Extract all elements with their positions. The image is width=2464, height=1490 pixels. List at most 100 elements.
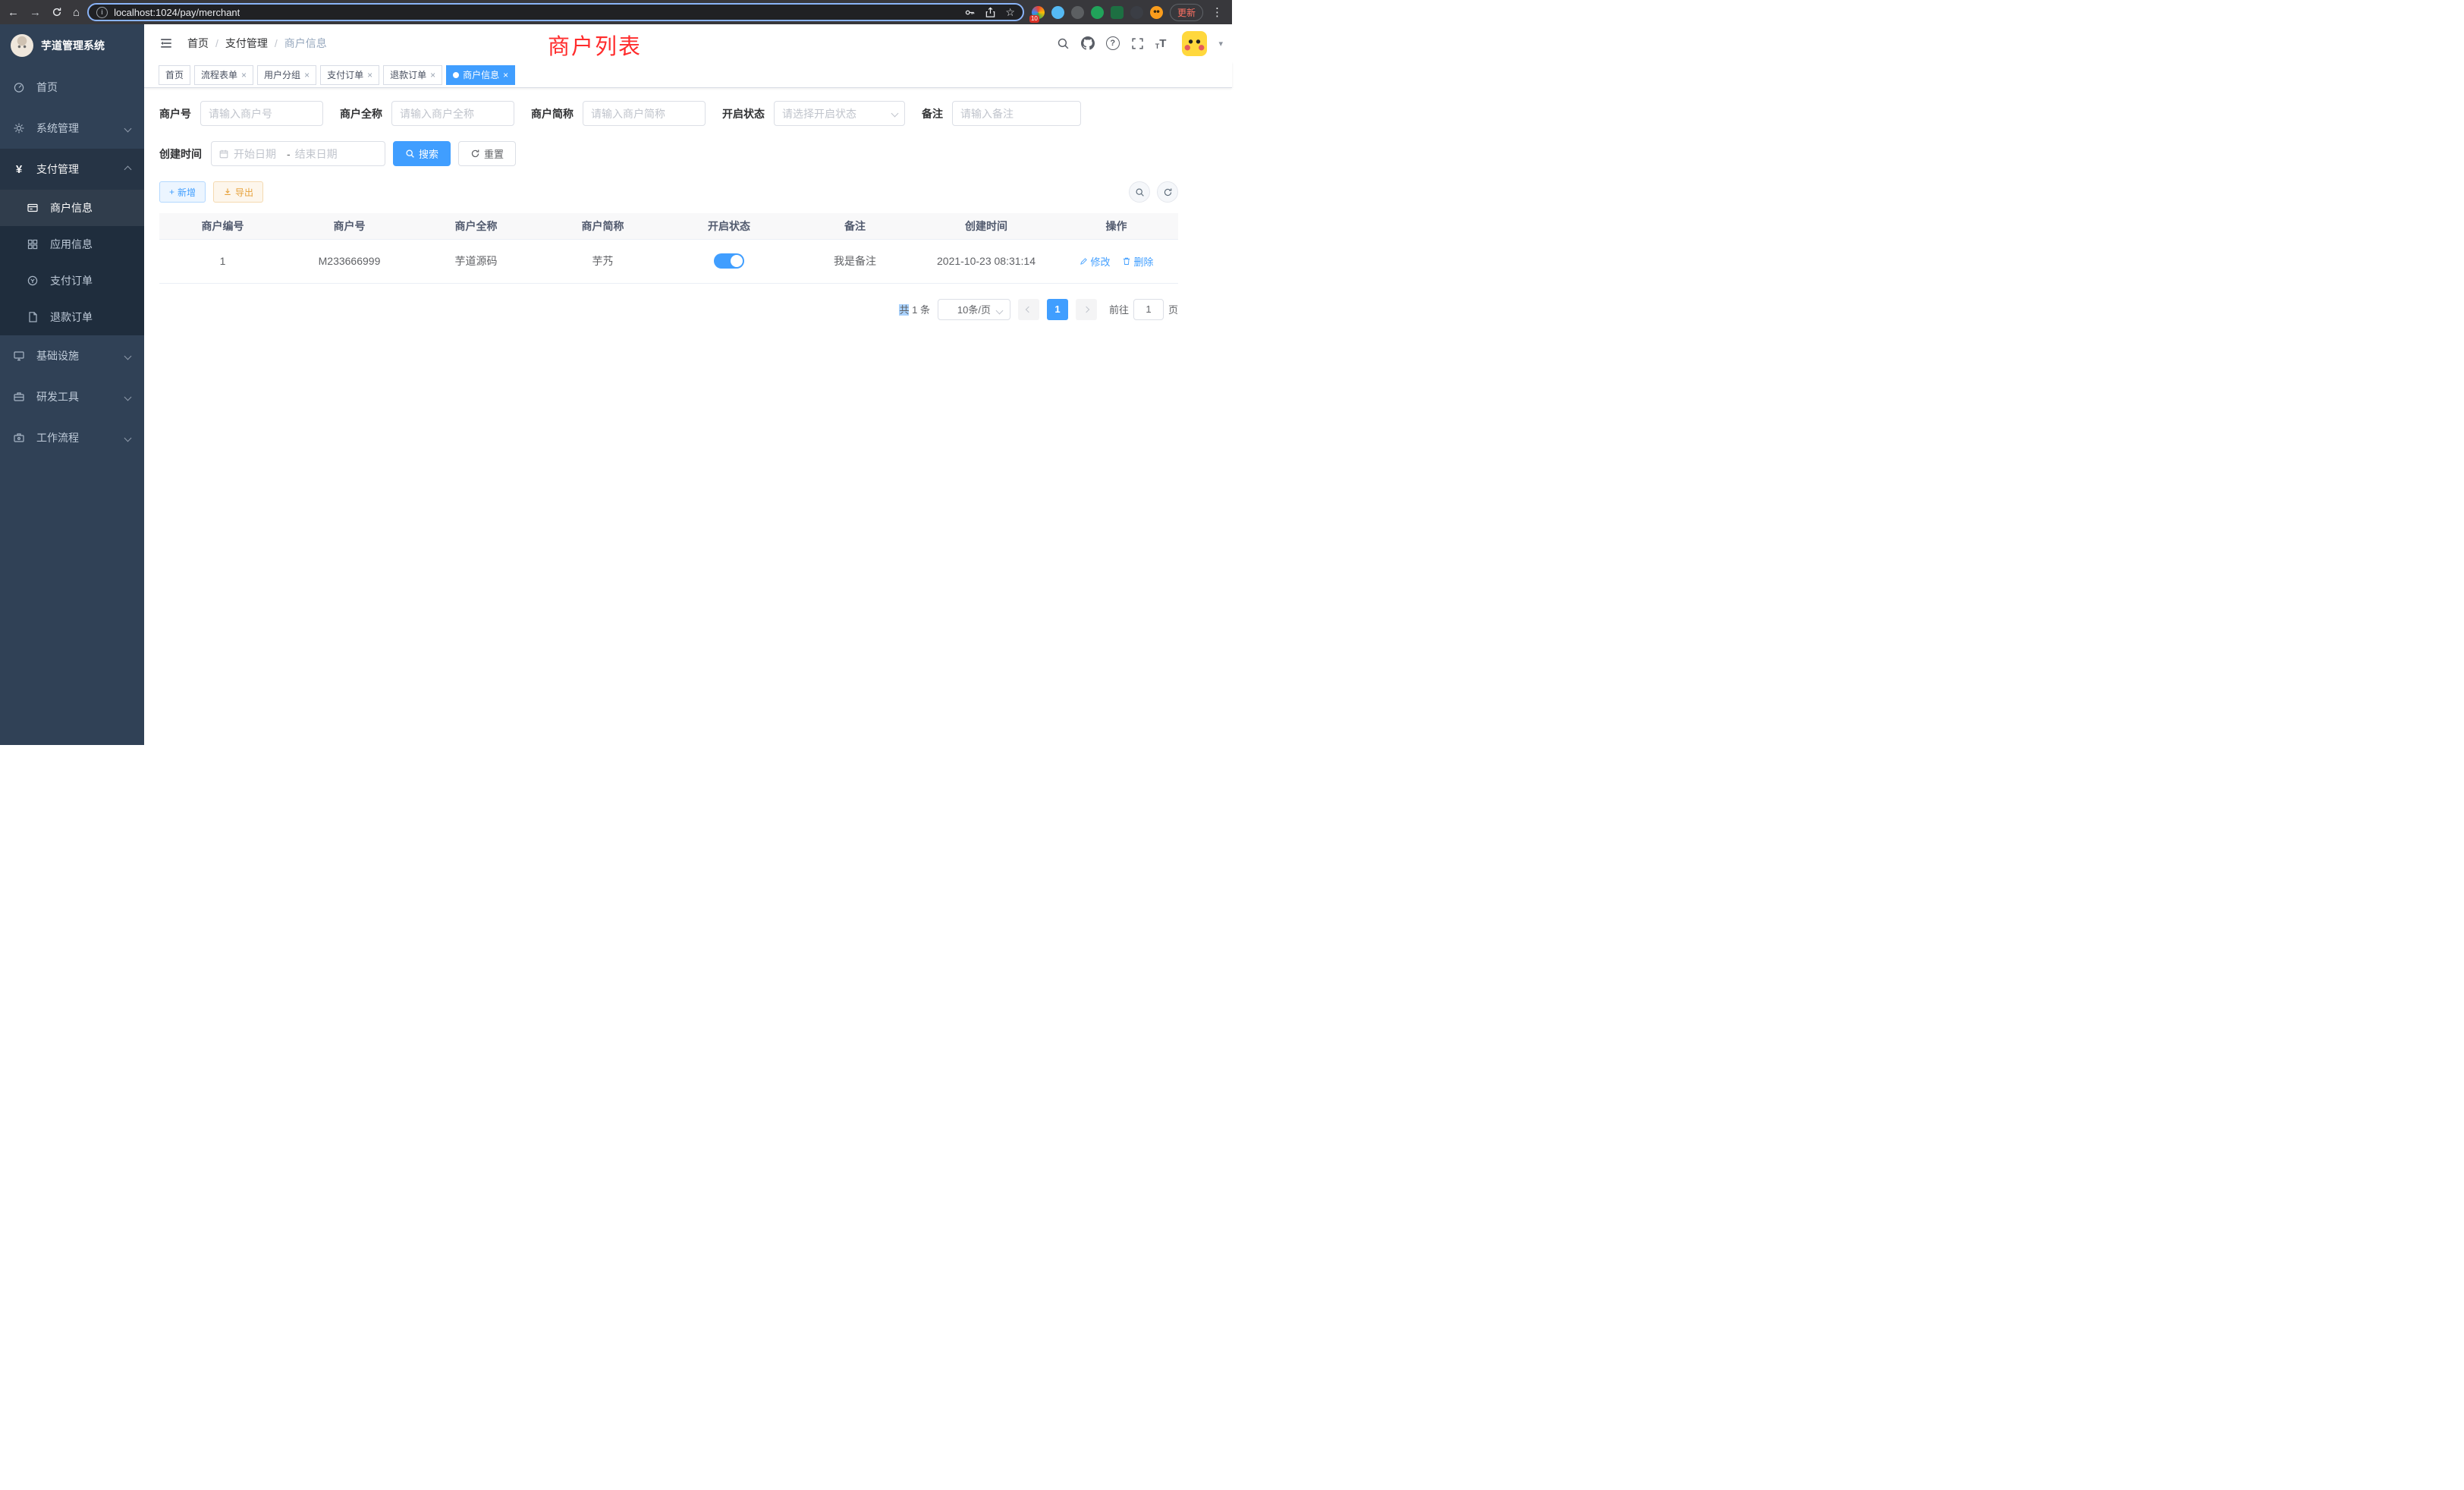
merchant-no-input[interactable] <box>200 101 323 126</box>
date-range-picker[interactable]: - <box>211 141 385 166</box>
end-date-input[interactable] <box>295 148 344 160</box>
sidebar-item-infrastructure[interactable]: 基础设施 <box>0 335 144 376</box>
sidebar-item-merchant-info[interactable]: 商户信息 <box>0 190 144 226</box>
extension-icon[interactable] <box>1051 6 1064 19</box>
table-row: 1 M233666999 芋道源码 芋艿 我是备注 2021-10-23 08:… <box>159 239 1178 283</box>
search-form-row-2: 创建时间 - 搜索 重置 <box>159 141 1217 166</box>
github-icon[interactable] <box>1081 36 1095 50</box>
tab-close-icon[interactable]: × <box>367 71 372 80</box>
sidebar-item-workflow[interactable]: 工作流程 <box>0 417 144 458</box>
export-button[interactable]: 导出 <box>213 181 263 203</box>
tab-close-icon[interactable]: × <box>241 71 247 80</box>
column-header-remark: 备注 <box>792 213 918 239</box>
prev-page-button[interactable] <box>1018 299 1039 320</box>
chevron-down-icon <box>124 393 132 401</box>
bookmark-star-icon[interactable]: ☆ <box>1005 6 1015 19</box>
tab-close-icon[interactable]: × <box>503 71 508 80</box>
sidebar-item-dev-tools[interactable]: 研发工具 <box>0 376 144 417</box>
start-date-input[interactable] <box>234 148 282 160</box>
sidebar-item-label: 研发工具 <box>36 389 79 404</box>
help-icon[interactable]: ? <box>1106 36 1120 50</box>
toggle-knob <box>731 255 743 267</box>
tab-close-icon[interactable]: × <box>304 71 310 80</box>
reload-icon[interactable] <box>52 7 62 17</box>
refresh-table-button[interactable] <box>1157 181 1178 203</box>
column-header-status: 开启状态 <box>666 213 792 239</box>
sidebar-item-label: 退款订单 <box>50 310 93 325</box>
delete-button[interactable]: 删除 <box>1122 254 1153 269</box>
cell-actions: 修改 删除 <box>1054 239 1178 283</box>
search-icon[interactable] <box>1057 37 1070 50</box>
profile-avatar[interactable] <box>1150 6 1163 19</box>
top-navbar: 首页 / 支付管理 / 商户信息 ? TT ▾ <box>144 24 1232 62</box>
font-size-icon[interactable]: TT <box>1155 37 1167 50</box>
sidebar-item-system-mgmt[interactable]: 系统管理 <box>0 108 144 149</box>
fullscreen-icon[interactable] <box>1131 37 1144 50</box>
search-button[interactable]: 搜索 <box>393 141 451 166</box>
next-page-button[interactable] <box>1076 299 1097 320</box>
sidebar-item-label: 工作流程 <box>36 430 79 445</box>
navbar-actions: ? TT ▾ <box>1057 31 1223 56</box>
cell-short-name: 芋艿 <box>539 239 666 283</box>
back-icon[interactable]: ← <box>8 7 19 18</box>
column-header-merchant-no: 商户号 <box>286 213 413 239</box>
sidebar-item-home[interactable]: 首页 <box>0 67 144 108</box>
page-number-button[interactable]: 1 <box>1047 299 1068 320</box>
tab-label: 首页 <box>165 68 184 81</box>
page-size-select[interactable]: 10条/页 <box>938 299 1010 320</box>
extension-icon[interactable] <box>1130 6 1143 19</box>
tab-user-group[interactable]: 用户分组 × <box>257 65 316 85</box>
extension-icon[interactable] <box>1091 6 1104 19</box>
goto-page-input[interactable] <box>1133 299 1164 320</box>
address-bar[interactable]: i localhost:1024/pay/merchant ☆ <box>87 3 1024 21</box>
tab-close-icon[interactable]: × <box>430 71 435 80</box>
browser-chrome: ← → ⌂ i localhost:1024/pay/merchant ☆ 10… <box>0 0 1232 24</box>
extension-icon[interactable]: 10 <box>1032 6 1045 19</box>
status-toggle[interactable] <box>714 253 744 269</box>
sidebar-item-label: 首页 <box>36 80 58 95</box>
sidebar-item-refund-order[interactable]: 退款订单 <box>0 299 144 335</box>
app-logo[interactable]: 芋道管理系统 <box>0 24 144 67</box>
workflow-icon <box>12 432 26 444</box>
user-avatar[interactable] <box>1182 31 1207 56</box>
add-button[interactable]: + 新增 <box>159 181 206 203</box>
status-select[interactable] <box>774 101 905 126</box>
forward-icon[interactable]: → <box>30 7 41 18</box>
edit-button[interactable]: 修改 <box>1080 254 1111 269</box>
browser-update-button[interactable]: 更新 <box>1170 4 1203 21</box>
breadcrumb-home[interactable]: 首页 <box>187 36 209 51</box>
remark-label: 备注 <box>922 106 943 121</box>
site-info-icon[interactable]: i <box>96 7 108 18</box>
reset-button[interactable]: 重置 <box>458 141 516 166</box>
sidebar-item-label: 支付订单 <box>50 273 93 288</box>
tab-label: 流程表单 <box>201 68 237 81</box>
tab-pay-order[interactable]: 支付订单 × <box>320 65 379 85</box>
tab-merchant-info[interactable]: 商户信息 × <box>446 65 515 85</box>
hamburger-icon[interactable] <box>156 33 177 54</box>
avatar-caret-icon[interactable]: ▾ <box>1218 39 1223 49</box>
share-icon[interactable] <box>985 7 996 18</box>
home-icon[interactable]: ⌂ <box>73 7 80 18</box>
sidebar-item-pay-order[interactable]: 支付订单 <box>0 262 144 299</box>
extension-icon[interactable] <box>1111 6 1124 19</box>
remark-input[interactable] <box>952 101 1081 126</box>
breadcrumb-payment[interactable]: 支付管理 <box>225 36 268 51</box>
extension-icon[interactable] <box>1071 6 1084 19</box>
password-key-icon[interactable] <box>964 7 976 18</box>
merchant-no-label: 商户号 <box>159 106 191 121</box>
full-name-input[interactable] <box>391 101 514 126</box>
tab-home[interactable]: 首页 <box>159 65 190 85</box>
sidebar-item-payment-mgmt[interactable]: ¥ 支付管理 <box>0 149 144 190</box>
sidebar-item-app-info[interactable]: 应用信息 <box>0 226 144 262</box>
tab-process-form[interactable]: 流程表单 × <box>194 65 253 85</box>
short-name-field: 商户简称 <box>531 101 706 126</box>
browser-menu-icon[interactable]: ⋮ <box>1210 5 1224 19</box>
short-name-input[interactable] <box>583 101 706 126</box>
grid-icon <box>26 238 39 250</box>
date-separator: - <box>287 148 291 160</box>
cell-full-name: 芋道源码 <box>413 239 539 283</box>
toggle-search-button[interactable] <box>1129 181 1150 203</box>
column-header-actions: 操作 <box>1054 213 1178 239</box>
merchant-no-field: 商户号 <box>159 101 323 126</box>
tab-refund-order[interactable]: 退款订单 × <box>383 65 442 85</box>
